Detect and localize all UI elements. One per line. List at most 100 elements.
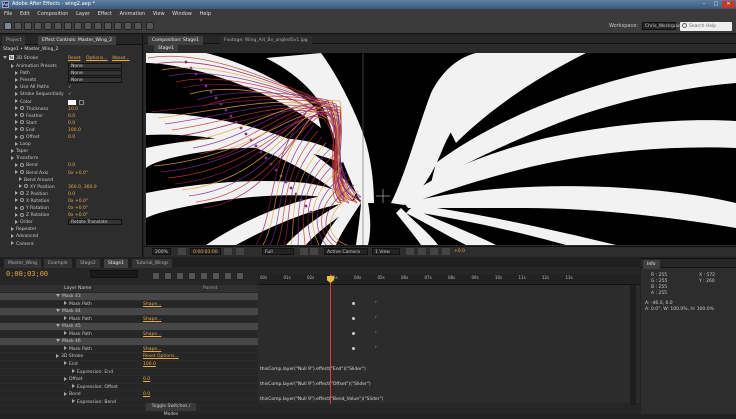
puppet-tool-icon[interactable] xyxy=(134,22,142,30)
effect-about-link[interactable]: About... xyxy=(112,55,130,62)
effect-prop-value[interactable]: 0x +0.0° xyxy=(68,170,88,177)
layer-row-value[interactable]: 100.0 xyxy=(143,361,156,369)
expand-triangle-icon[interactable] xyxy=(11,155,14,160)
region-of-interest-icon[interactable] xyxy=(300,248,308,255)
eyedropper-icon[interactable] xyxy=(79,99,84,105)
exposure-value[interactable]: +0.0 xyxy=(454,248,465,255)
expand-triangle-icon[interactable] xyxy=(64,316,67,321)
keyframe-arrow-icon[interactable]: › xyxy=(375,300,377,305)
grid-icon[interactable] xyxy=(178,248,186,255)
expand-triangle-icon[interactable] xyxy=(15,162,18,167)
effect-prop-value[interactable]: ✓ xyxy=(68,91,72,98)
zoom-dropdown[interactable]: 200% xyxy=(152,248,171,255)
tab-stage1[interactable]: Stage1 xyxy=(104,259,128,268)
menu-composition[interactable]: Composition xyxy=(37,11,68,17)
keyframe[interactable] xyxy=(352,347,355,350)
fx-icon[interactable]: fx xyxy=(9,55,14,60)
expand-triangle-icon[interactable] xyxy=(56,324,60,328)
property-row[interactable]: Mask Path Shape... xyxy=(0,301,258,309)
expand-triangle-icon[interactable] xyxy=(15,99,18,103)
draft-3d-icon[interactable] xyxy=(164,272,172,280)
effect-prop-value[interactable]: 100.0 xyxy=(68,127,81,134)
expand-triangle-icon[interactable] xyxy=(3,56,7,59)
effect-prop-value[interactable]: 360.0, 360.0 xyxy=(68,184,97,191)
expand-triangle-icon[interactable] xyxy=(15,84,18,89)
expand-triangle-icon[interactable] xyxy=(15,127,18,132)
expand-triangle-icon[interactable] xyxy=(64,391,67,396)
effect-prop-value[interactable]: 0.0 xyxy=(68,162,75,169)
effect-prop-value[interactable]: 0x +0.0° xyxy=(68,198,88,205)
effect-prop-value[interactable]: 0x +0.0° xyxy=(68,212,88,219)
composition-canvas[interactable] xyxy=(146,53,736,245)
expand-triangle-icon[interactable] xyxy=(15,91,18,96)
expression-bend[interactable]: thisComp.layer("Null 9").effect("Bend_Va… xyxy=(260,397,383,402)
hand-tool-icon[interactable] xyxy=(14,22,22,30)
mask-row[interactable]: Mask 43 xyxy=(0,293,258,301)
stopwatch-icon[interactable] xyxy=(20,134,24,139)
keyframe-arrow-icon[interactable]: › xyxy=(375,330,377,335)
mask-tool-icon[interactable] xyxy=(64,22,72,30)
stopwatch-icon[interactable] xyxy=(20,162,24,167)
property-row[interactable]: Bend 0.0 xyxy=(0,391,258,399)
stopwatch-icon[interactable] xyxy=(20,191,24,196)
tab-stage2[interactable]: Stage2 xyxy=(76,259,100,268)
brush-tool-icon[interactable] xyxy=(94,22,102,30)
rotate-tool-icon[interactable] xyxy=(34,22,42,30)
property-row[interactable]: Expression: Bend xyxy=(0,399,258,407)
expand-triangle-icon[interactable] xyxy=(11,241,14,245)
expand-triangle-icon[interactable] xyxy=(15,113,18,118)
tab-project[interactable]: Project xyxy=(2,36,26,45)
stopwatch-icon[interactable] xyxy=(20,198,24,203)
expand-triangle-icon[interactable] xyxy=(64,331,67,336)
layer-row-value[interactable]: Shape... xyxy=(143,316,161,324)
menu-file[interactable]: File xyxy=(4,11,12,17)
workspace-dropdown[interactable]: Chris_Workspace xyxy=(642,22,683,30)
keyframe[interactable] xyxy=(352,317,355,320)
zoom-tool-icon[interactable] xyxy=(24,22,32,30)
menu-help[interactable]: Help xyxy=(199,11,210,17)
pen-tool-icon[interactable] xyxy=(74,22,82,30)
time-ruler[interactable]: 00s 01s 02s 03s 04s 05s 06s 07s 08s 09s 10s 11s 12s 1… xyxy=(258,274,640,285)
expand-triangle-icon[interactable] xyxy=(56,339,60,343)
expand-triangle-icon[interactable] xyxy=(11,233,14,238)
keyframe[interactable] xyxy=(352,302,355,305)
expand-triangle-icon[interactable] xyxy=(15,205,18,210)
property-row[interactable]: Mask Path Shape... xyxy=(0,331,258,339)
property-row[interactable]: Mask Path Shape... xyxy=(0,316,258,324)
snapshot-icon[interactable] xyxy=(224,248,232,255)
expand-triangle-icon[interactable] xyxy=(56,294,60,297)
menu-effect[interactable]: Effect xyxy=(98,11,112,17)
graph-editor-icon[interactable] xyxy=(236,272,244,280)
keyframe-arrow-icon[interactable]: › xyxy=(375,315,377,320)
property-row[interactable]: End 100.0 xyxy=(0,361,258,369)
pan-behind-tool-icon[interactable] xyxy=(54,22,62,30)
keyframe[interactable] xyxy=(352,332,355,335)
clone-stamp-tool-icon[interactable] xyxy=(104,22,112,30)
expand-triangle-icon[interactable] xyxy=(15,219,18,224)
expand-triangle-icon[interactable] xyxy=(19,177,22,182)
expand-triangle-icon[interactable] xyxy=(15,212,18,217)
menu-view[interactable]: View xyxy=(153,11,165,17)
expand-triangle-icon[interactable] xyxy=(15,77,18,82)
expand-triangle-icon[interactable] xyxy=(56,309,60,313)
effect-prop-value[interactable]: 0.0 xyxy=(68,191,75,198)
expand-triangle-icon[interactable] xyxy=(15,70,18,75)
stopwatch-icon[interactable] xyxy=(20,120,24,125)
comp-mini-flowchart-icon[interactable] xyxy=(152,272,160,280)
expression-offset[interactable]: thisComp.layer("Null 9").effect("Offset"… xyxy=(260,382,371,387)
tab-info[interactable]: Info xyxy=(643,260,660,269)
timeline-search-input[interactable] xyxy=(90,270,138,278)
resolution-dropdown[interactable]: Full xyxy=(262,248,294,255)
color-swatch[interactable] xyxy=(68,99,76,105)
keyframe-arrow-icon[interactable]: › xyxy=(375,345,377,350)
effect-prop-dropdown[interactable]: None xyxy=(68,63,122,69)
search-help-input[interactable]: Search Help xyxy=(680,22,732,31)
view-layout-dropdown[interactable]: 1 View xyxy=(372,248,400,255)
layer-row-value[interactable]: 0.0 xyxy=(143,391,150,399)
layer-row-value[interactable]: 0.0 xyxy=(143,376,150,384)
text-tool-icon[interactable] xyxy=(84,22,92,30)
stopwatch-icon[interactable] xyxy=(24,184,28,189)
expand-triangle-icon[interactable] xyxy=(64,346,67,351)
stopwatch-icon[interactable] xyxy=(20,170,24,174)
auto-keyframe-icon[interactable] xyxy=(224,272,232,280)
